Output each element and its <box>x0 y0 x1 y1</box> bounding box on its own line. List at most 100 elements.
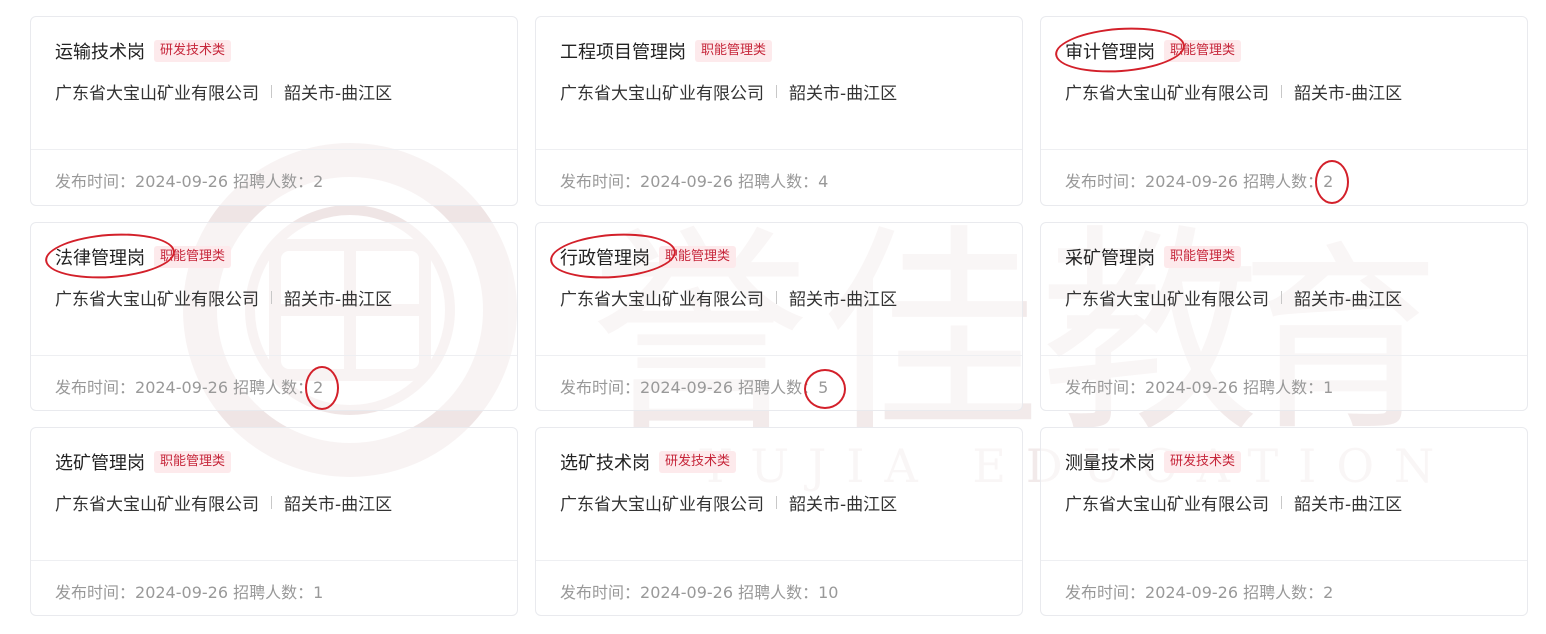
job-card[interactable]: 测量技术岗 研发技术类 广东省大宝山矿业有限公司 韶关市-曲江区 发布时间：20… <box>1040 427 1528 616</box>
job-location: 韶关市-曲江区 <box>284 495 393 515</box>
headcount-value: 10 <box>818 583 839 602</box>
job-card-footer: 发布时间：2024-09-26 招聘人数：2 <box>1041 560 1527 617</box>
divider <box>1281 496 1282 509</box>
title-row: 法律管理岗 职能管理类 <box>43 229 232 283</box>
company-name: 广东省大宝山矿业有限公司 <box>560 290 764 310</box>
headcount-value: 2 <box>1323 583 1334 602</box>
job-location: 韶关市-曲江区 <box>789 495 898 515</box>
job-category-tag: 职能管理类 <box>659 246 737 268</box>
job-card[interactable]: 运输技术岗 研发技术类 广东省大宝山矿业有限公司 韶关市-曲江区 发布时间：20… <box>30 16 518 206</box>
job-card-grid: 运输技术岗 研发技术类 广东省大宝山矿业有限公司 韶关市-曲江区 发布时间：20… <box>30 16 1528 616</box>
job-meta: 发布时间：2024-09-26 招聘人数：2 <box>1065 160 1350 204</box>
divider <box>271 85 272 98</box>
title-row: 选矿技术岗 研发技术类 <box>560 448 737 476</box>
publish-date: 2024-09-26 <box>640 583 739 602</box>
headcount-label: 招聘人数： <box>1243 172 1324 191</box>
publish-label: 发布时间： <box>560 172 641 191</box>
headcount-value: 2 <box>1315 160 1350 204</box>
job-card[interactable]: 选矿技术岗 研发技术类 广东省大宝山矿业有限公司 韶关市-曲江区 发布时间：20… <box>535 427 1023 616</box>
divider <box>1281 85 1282 98</box>
job-location: 韶关市-曲江区 <box>284 290 393 310</box>
job-card[interactable]: 审计管理岗 职能管理类 广东省大宝山矿业有限公司 韶关市-曲江区 发布时间：20… <box>1040 16 1528 206</box>
job-location: 韶关市-曲江区 <box>789 84 898 104</box>
job-category-tag: 研发技术类 <box>1164 451 1242 473</box>
headcount-label: 招聘人数： <box>738 583 819 602</box>
job-meta: 发布时间：2024-09-26 招聘人数：1 <box>55 579 323 603</box>
job-location: 韶关市-曲江区 <box>1294 84 1403 104</box>
job-category-tag: 职能管理类 <box>1164 246 1242 268</box>
headcount-label: 招聘人数： <box>233 378 314 397</box>
job-meta: 发布时间：2024-09-26 招聘人数：2 <box>55 366 340 410</box>
job-card-header: 审计管理岗 职能管理类 广东省大宝山矿业有限公司 韶关市-曲江区 <box>1041 17 1527 149</box>
job-card-header: 选矿技术岗 研发技术类 广东省大宝山矿业有限公司 韶关市-曲江区 <box>536 428 1022 560</box>
company-name: 广东省大宝山矿业有限公司 <box>55 84 259 104</box>
job-location: 韶关市-曲江区 <box>284 84 393 104</box>
publish-label: 发布时间： <box>55 378 136 397</box>
job-card-footer: 发布时间：2024-09-26 招聘人数：1 <box>31 560 517 617</box>
title-row: 测量技术岗 研发技术类 <box>1065 448 1242 476</box>
job-title[interactable]: 审计管理岗 <box>1053 23 1187 77</box>
headcount-value: 1 <box>1323 378 1334 397</box>
job-card-header: 法律管理岗 职能管理类 广东省大宝山矿业有限公司 韶关市-曲江区 <box>31 223 517 355</box>
job-category-tag: 职能管理类 <box>695 40 773 62</box>
publish-label: 发布时间： <box>1065 583 1146 602</box>
company-row: 广东省大宝山矿业有限公司 韶关市-曲江区 <box>55 285 392 310</box>
job-title[interactable]: 工程项目管理岗 <box>560 38 686 64</box>
company-row: 广东省大宝山矿业有限公司 韶关市-曲江区 <box>1065 490 1402 515</box>
headcount-value: 4 <box>818 172 829 191</box>
title-row: 采矿管理岗 职能管理类 <box>1065 243 1242 271</box>
job-meta: 发布时间：2024-09-26 招聘人数：1 <box>1065 374 1333 398</box>
job-card-header: 选矿管理岗 职能管理类 广东省大宝山矿业有限公司 韶关市-曲江区 <box>31 428 517 560</box>
headcount-label: 招聘人数： <box>1243 378 1324 397</box>
job-title[interactable]: 选矿技术岗 <box>560 449 650 475</box>
job-card[interactable]: 工程项目管理岗 职能管理类 广东省大宝山矿业有限公司 韶关市-曲江区 发布时间：… <box>535 16 1023 206</box>
headcount-value: 2 <box>313 172 324 191</box>
job-card[interactable]: 选矿管理岗 职能管理类 广东省大宝山矿业有限公司 韶关市-曲江区 发布时间：20… <box>30 427 518 616</box>
company-name: 广东省大宝山矿业有限公司 <box>55 495 259 515</box>
publish-label: 发布时间： <box>1065 172 1146 191</box>
job-title[interactable]: 选矿管理岗 <box>55 449 145 475</box>
job-title[interactable]: 行政管理岗 <box>548 229 678 283</box>
job-title[interactable]: 测量技术岗 <box>1065 449 1155 475</box>
job-card-footer: 发布时间：2024-09-26 招聘人数：2 <box>1041 149 1527 206</box>
job-card-footer: 发布时间：2024-09-26 招聘人数：2 <box>31 149 517 206</box>
divider <box>776 85 777 98</box>
publish-date: 2024-09-26 <box>135 172 234 191</box>
company-row: 广东省大宝山矿业有限公司 韶关市-曲江区 <box>560 79 897 104</box>
company-row: 广东省大宝山矿业有限公司 韶关市-曲江区 <box>55 79 392 104</box>
job-meta: 发布时间：2024-09-26 招聘人数：10 <box>560 579 838 603</box>
company-name: 广东省大宝山矿业有限公司 <box>1065 84 1269 104</box>
headcount-label: 招聘人数： <box>738 378 819 397</box>
title-row: 工程项目管理岗 职能管理类 <box>560 37 773 65</box>
company-name: 广东省大宝山矿业有限公司 <box>560 84 764 104</box>
job-card-header: 测量技术岗 研发技术类 广东省大宝山矿业有限公司 韶关市-曲江区 <box>1041 428 1527 560</box>
publish-date: 2024-09-26 <box>640 172 739 191</box>
job-location: 韶关市-曲江区 <box>789 290 898 310</box>
job-card[interactable]: 行政管理岗 职能管理类 广东省大宝山矿业有限公司 韶关市-曲江区 发布时间：20… <box>535 222 1023 411</box>
headcount-label: 招聘人数： <box>738 172 819 191</box>
headcount-label: 招聘人数： <box>233 172 314 191</box>
job-category-tag: 职能管理类 <box>154 451 232 473</box>
title-row: 行政管理岗 职能管理类 <box>548 229 737 283</box>
job-card[interactable]: 法律管理岗 职能管理类 广东省大宝山矿业有限公司 韶关市-曲江区 发布时间：20… <box>30 222 518 411</box>
company-name: 广东省大宝山矿业有限公司 <box>1065 290 1269 310</box>
divider <box>271 291 272 304</box>
job-title[interactable]: 运输技术岗 <box>55 38 145 64</box>
job-title[interactable]: 法律管理岗 <box>43 229 177 283</box>
company-name: 广东省大宝山矿业有限公司 <box>55 290 259 310</box>
divider <box>1281 291 1282 304</box>
job-card-header: 运输技术岗 研发技术类 广东省大宝山矿业有限公司 韶关市-曲江区 <box>31 17 517 149</box>
publish-date: 2024-09-26 <box>1145 583 1244 602</box>
job-card-footer: 发布时间：2024-09-26 招聘人数：10 <box>536 560 1022 617</box>
job-location: 韶关市-曲江区 <box>1294 495 1403 515</box>
job-card[interactable]: 采矿管理岗 职能管理类 广东省大宝山矿业有限公司 韶关市-曲江区 发布时间：20… <box>1040 222 1528 411</box>
job-title[interactable]: 采矿管理岗 <box>1065 244 1155 270</box>
publish-label: 发布时间： <box>560 378 641 397</box>
publish-label: 发布时间： <box>1065 378 1146 397</box>
job-meta: 发布时间：2024-09-26 招聘人数：2 <box>55 168 323 192</box>
job-card-footer: 发布时间：2024-09-26 招聘人数：5 <box>536 355 1022 412</box>
job-meta: 发布时间：2024-09-26 招聘人数：2 <box>1065 579 1333 603</box>
publish-date: 2024-09-26 <box>1145 172 1244 191</box>
title-row: 选矿管理岗 职能管理类 <box>55 448 232 476</box>
headcount-label: 招聘人数： <box>233 583 314 602</box>
